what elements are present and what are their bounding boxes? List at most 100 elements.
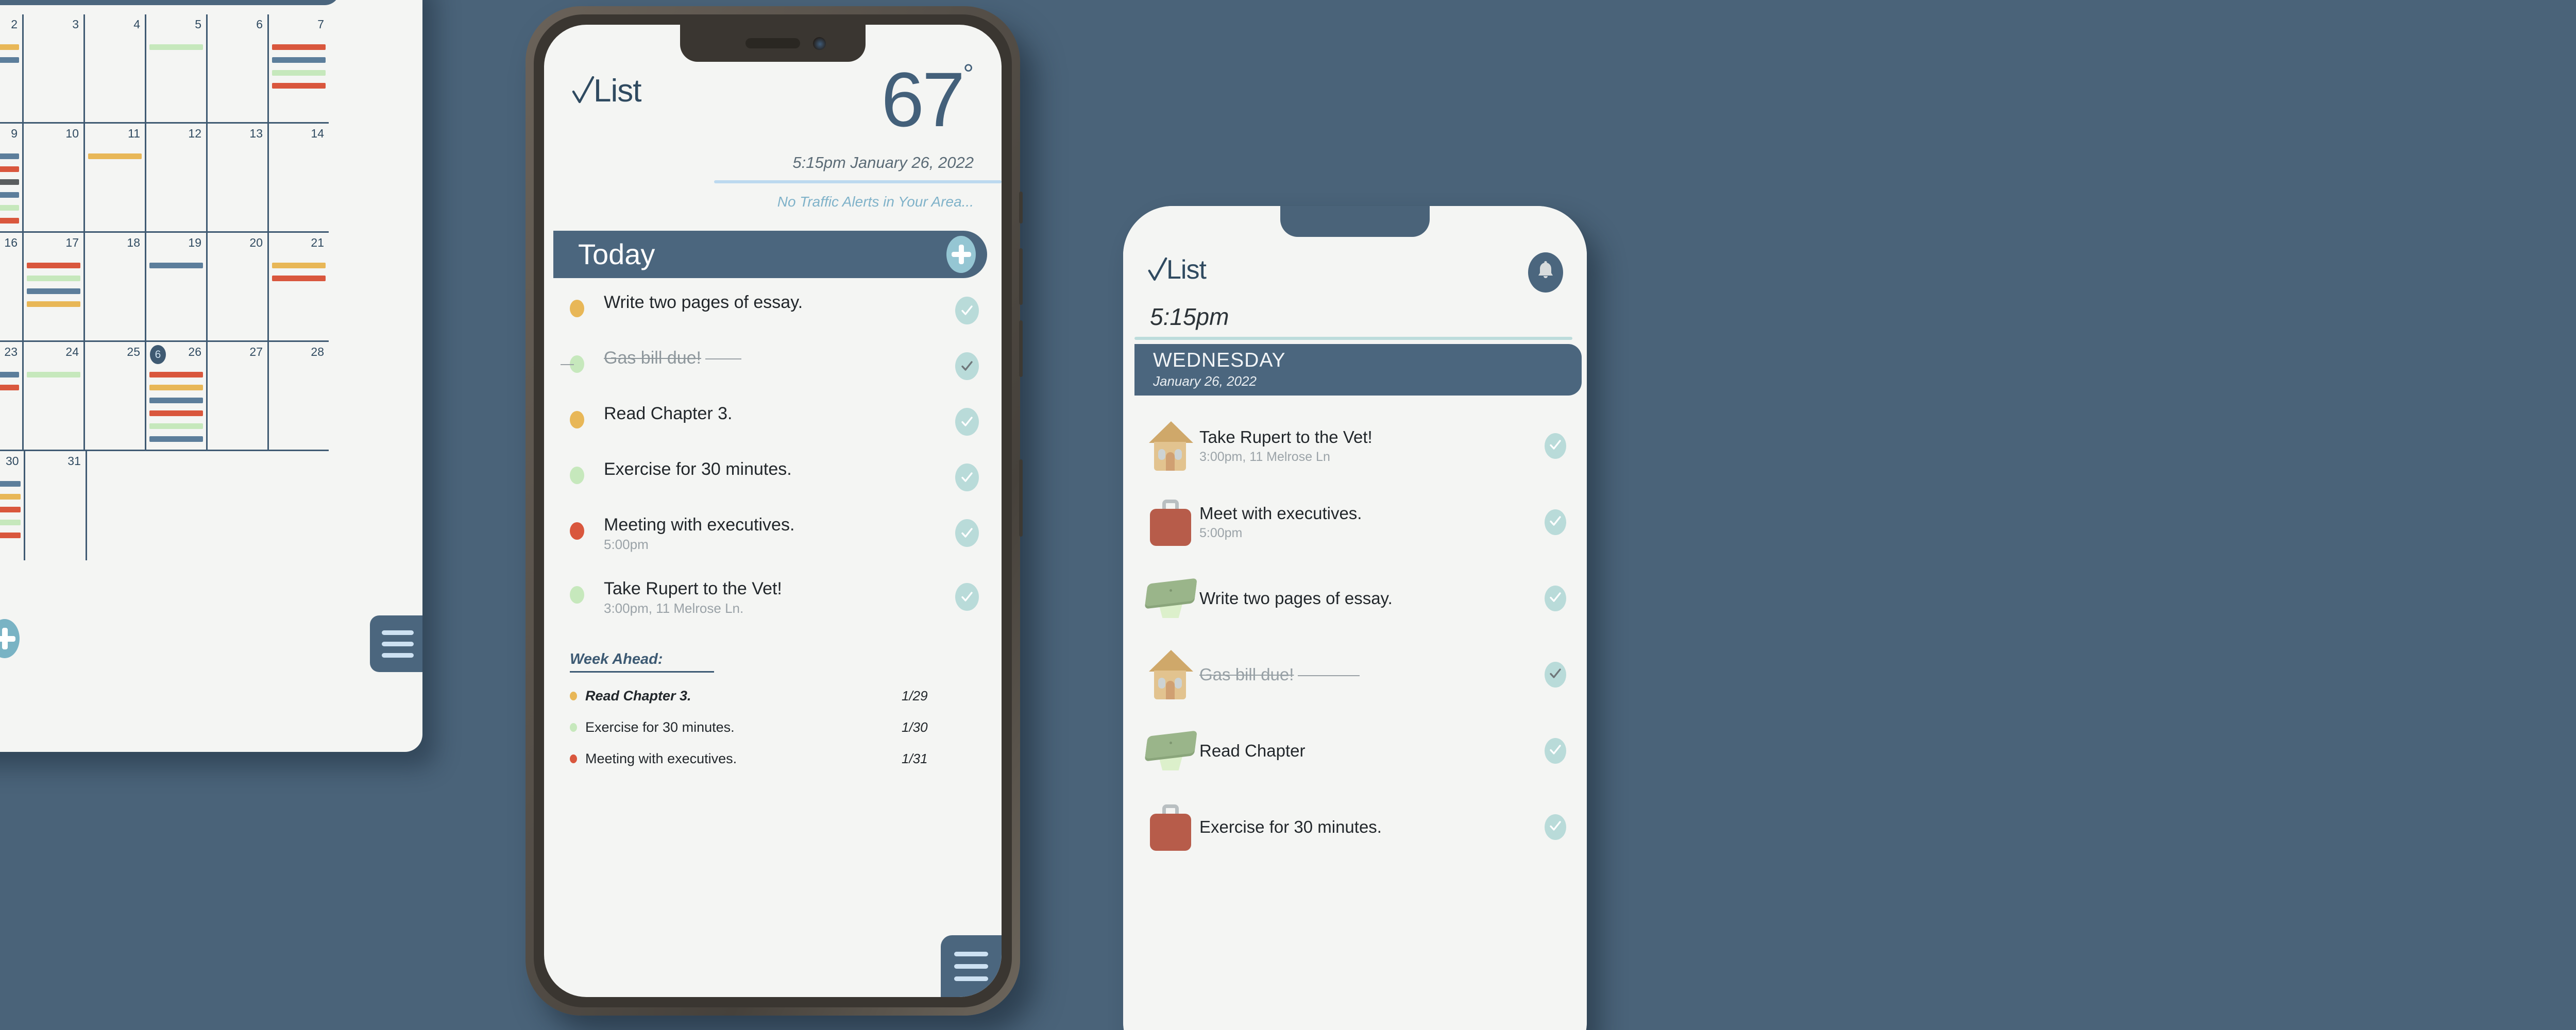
calendar-day-cell[interactable]: 69 [0, 124, 24, 231]
calendar-event-bar[interactable] [0, 179, 19, 185]
task-list-item[interactable]: Exercise for 30 minutes. [1143, 789, 1566, 865]
calendar-day-cell[interactable]: 18 [85, 233, 146, 340]
calendar-event-bar[interactable] [0, 385, 19, 390]
calendar-event-bar[interactable] [272, 44, 326, 50]
calendar-event-bar[interactable] [272, 57, 326, 63]
calendar-day-cell[interactable]: 28 [269, 342, 329, 450]
calendar-event-bar[interactable] [272, 83, 326, 89]
calendar-day-cell[interactable]: 13 [208, 124, 269, 231]
calendar-day-cell[interactable]: 5 [146, 14, 208, 122]
task-check-button[interactable] [955, 519, 979, 547]
notification-bell-button[interactable] [1528, 252, 1563, 293]
task-check-button[interactable] [955, 583, 979, 611]
calendar-event-bar[interactable] [149, 385, 203, 390]
calendar-event-bar[interactable] [149, 44, 203, 50]
calendar-day-cell[interactable]: 2 [0, 14, 24, 122]
phone1-menu-button[interactable] [941, 935, 1002, 997]
calendar-day-cell[interactable]: 12 [146, 124, 208, 231]
task-check-button[interactable] [1545, 662, 1566, 688]
calendar-day-cell[interactable]: 21 [269, 233, 329, 340]
calendar-event-bar[interactable] [0, 507, 21, 512]
calendar-event-bar[interactable] [0, 533, 21, 538]
task-check-button[interactable] [955, 297, 979, 324]
task-title: Exercise for 30 minutes. [1199, 817, 1382, 836]
phone1-power-button[interactable] [1019, 459, 1023, 537]
week-ahead-item[interactable]: Exercise for 30 minutes. 1/30 [570, 719, 979, 735]
task-list-item[interactable]: Meeting with executives. 5:00pm [570, 515, 979, 579]
calendar-event-bar[interactable] [149, 398, 203, 403]
phone1-volume-up-button[interactable] [1019, 248, 1023, 305]
calendar-event-bar[interactable] [0, 494, 21, 500]
calendar-event-bar[interactable] [27, 288, 80, 294]
calendar-day-cell[interactable]: 24 [24, 342, 85, 450]
calendar-day-cell[interactable]: 10 [24, 124, 85, 231]
task-check-button[interactable] [1545, 814, 1566, 840]
calendar-day-cell[interactable]: 6 [208, 14, 269, 122]
calendar-event-bar[interactable] [0, 44, 19, 50]
calendar-event-bar[interactable] [27, 301, 80, 307]
task-list-item[interactable]: Take Rupert to the Vet! 3:00pm, 11 Melros… [1143, 408, 1566, 484]
calendar-event-bar[interactable] [0, 218, 19, 224]
calendar-day-cell[interactable]: 7 [269, 14, 329, 122]
task-check-button[interactable] [955, 352, 979, 380]
task-check-button[interactable] [1545, 738, 1566, 764]
task-list-item[interactable]: Take Rupert to the Vet! 3:00pm, 11 Melros… [570, 579, 979, 643]
calendar-event-bar[interactable] [27, 276, 80, 281]
calendar-event-bar[interactable] [0, 520, 21, 525]
calendar-event-bar[interactable] [149, 263, 203, 268]
calendar-add-button[interactable] [0, 619, 20, 658]
task-list-item[interactable]: Write two pages of essay. [570, 293, 979, 348]
calendar-event-bar[interactable] [0, 205, 19, 211]
calendar-day-cell[interactable]: 31 [25, 451, 87, 560]
task-check-button[interactable] [1545, 433, 1566, 459]
calendar-event-bar[interactable] [27, 263, 80, 268]
task-list-item[interactable]: Read Chapter [1143, 713, 1566, 789]
calendar-event-bar[interactable] [272, 263, 326, 268]
scene: JANUARY 12345678691011121314151617181920… [0, 0, 2576, 1030]
calendar-day-cell[interactable]: 3 [24, 14, 85, 122]
add-task-button[interactable] [946, 236, 976, 273]
calendar-event-bar[interactable] [0, 153, 19, 159]
calendar-event-bar[interactable] [27, 372, 80, 377]
calendar-event-bar[interactable] [149, 410, 203, 416]
calendar-event-bar[interactable] [0, 166, 19, 172]
calendar-menu-button[interactable] [370, 615, 422, 672]
task-check-button[interactable] [955, 464, 979, 491]
calendar-day-cell[interactable]: 4 [85, 14, 146, 122]
task-check-button[interactable] [955, 408, 979, 436]
phone1-mute-button[interactable] [1019, 192, 1023, 224]
task-priority-dot [570, 586, 584, 604]
task-list-item[interactable]: Exercise for 30 minutes. [570, 459, 979, 515]
task-check-button[interactable] [1545, 586, 1566, 611]
phone1-volume-down-button[interactable] [1019, 320, 1023, 377]
task-list-item[interactable]: Gas bill due! [561, 348, 979, 404]
calendar-day-cell[interactable]: 530 [0, 451, 25, 560]
calendar-day-cell[interactable]: 19 [146, 233, 208, 340]
calendar-event-bar[interactable] [0, 57, 19, 63]
task-list-item[interactable]: Read Chapter 3. [570, 404, 979, 459]
calendar-event-bar[interactable] [149, 372, 203, 377]
calendar-event-bar[interactable] [0, 481, 21, 487]
task-list-item[interactable]: Gas bill due! [1143, 637, 1566, 713]
task-list-item[interactable]: Meet with executives. 5:00pm [1143, 484, 1566, 560]
week-ahead-item[interactable]: Meeting with executives. 1/31 [570, 751, 979, 767]
task-check-button[interactable] [1545, 509, 1566, 535]
calendar-event-bar[interactable] [0, 192, 19, 198]
calendar-event-bar[interactable] [88, 153, 142, 159]
calendar-event-bar[interactable] [0, 372, 19, 377]
calendar-day-cell[interactable]: 20 [208, 233, 269, 340]
calendar-event-bar[interactable] [149, 423, 203, 429]
calendar-day-cell[interactable]: 27 [208, 342, 269, 450]
calendar-event-bar[interactable] [149, 436, 203, 442]
task-list-item[interactable]: Write two pages of essay. [1143, 560, 1566, 637]
calendar-event-bar[interactable] [272, 276, 326, 281]
calendar-day-cell[interactable]: 6 26 [146, 342, 208, 450]
calendar-day-cell[interactable]: 11 [85, 124, 146, 231]
calendar-event-bar[interactable] [272, 70, 326, 76]
calendar-day-cell[interactable]: 25 [85, 342, 146, 450]
calendar-day-cell[interactable]: 17 [24, 233, 85, 340]
week-ahead-item[interactable]: Read Chapter 3. 1/29 [570, 688, 979, 704]
calendar-day-cell[interactable]: 14 [269, 124, 329, 231]
calendar-day-cell[interactable]: 16 [0, 233, 24, 340]
calendar-day-cell[interactable]: 23 [0, 342, 24, 450]
